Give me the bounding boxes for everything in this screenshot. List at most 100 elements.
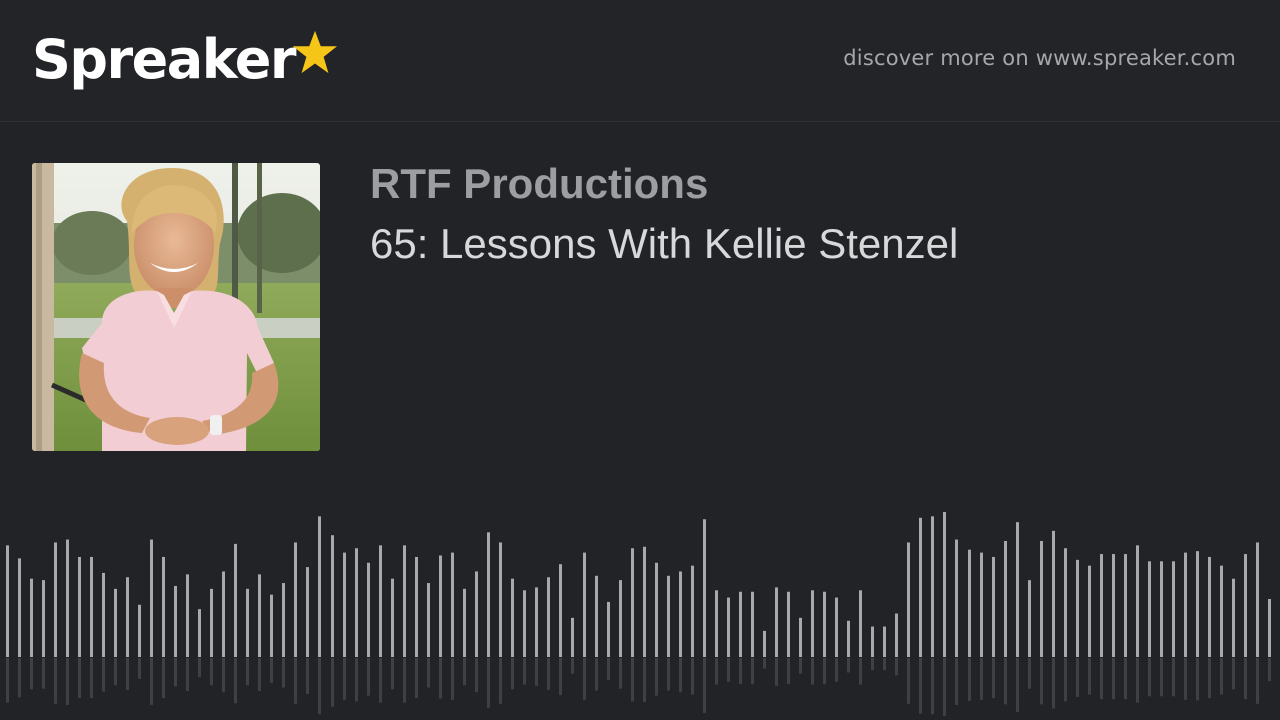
waveform-bar-reflection	[835, 658, 838, 682]
waveform-bar-reflection	[968, 658, 971, 701]
waveform-bar	[559, 564, 562, 657]
waveform-bar-reflection	[1244, 658, 1247, 700]
waveform-bar-reflection	[391, 658, 394, 690]
waveform-bar	[739, 591, 742, 657]
waveform-bar	[415, 556, 418, 657]
episode-cover-image	[32, 163, 320, 451]
waveform-bar-reflection	[222, 658, 225, 693]
waveform-bar-reflection	[162, 658, 165, 699]
waveform-bar-reflection	[907, 658, 910, 704]
waveform-bar	[1124, 554, 1127, 657]
waveform-bar-reflection	[439, 658, 442, 699]
waveform-bar-reflection	[415, 658, 418, 699]
waveform-bar	[1256, 542, 1259, 657]
waveform-bar	[222, 571, 225, 657]
waveform-bar-reflection	[102, 658, 105, 692]
waveform-bar-reflection	[691, 658, 694, 695]
waveform-bar-reflection	[1100, 658, 1103, 700]
waveform-bar-reflection	[78, 658, 81, 699]
waveform-bar-reflection	[992, 658, 995, 699]
waveform-bar	[811, 590, 814, 657]
waveform-bar	[343, 552, 346, 657]
waveform-bar-reflection	[751, 658, 754, 685]
waveform-bar-reflection	[1112, 658, 1115, 700]
logo-text: Spreaker	[32, 28, 296, 91]
waveform-bar	[306, 567, 309, 657]
waveform-bar	[835, 597, 838, 657]
waveform-bar-reflection	[1136, 658, 1139, 703]
waveform-bar-reflection	[367, 658, 370, 696]
show-name[interactable]: RTF Productions	[370, 158, 708, 210]
waveform-bar	[6, 545, 9, 657]
waveform-bar-reflection	[451, 658, 454, 700]
waveform-bar	[1016, 522, 1019, 657]
waveform-bar	[1052, 530, 1055, 657]
waveform-bar-reflection	[258, 658, 261, 692]
waveform-bar	[1244, 554, 1247, 657]
waveform-bar-reflection	[511, 658, 514, 690]
waveform-bar	[150, 539, 153, 657]
waveform-bar	[679, 571, 682, 657]
waveform-bar-reflection	[943, 658, 946, 716]
waveform-bar-reflection	[1232, 658, 1235, 690]
waveform-bar	[547, 577, 550, 657]
waveform-bar	[1184, 552, 1187, 657]
waveform-bar	[114, 588, 117, 657]
waveform-bar	[1148, 561, 1151, 657]
waveform-bar	[883, 626, 886, 657]
waveform-bar-reflection	[90, 658, 93, 699]
waveform-bar-reflection	[715, 658, 718, 685]
waveform-bar-reflection	[980, 658, 983, 700]
waveform-bar	[799, 617, 802, 657]
waveform-bar	[355, 548, 358, 657]
waveform-bar-reflection	[547, 658, 550, 690]
waveform-bar-reflection	[379, 658, 382, 703]
waveform-bar	[1232, 578, 1235, 657]
waveform-bar-reflection	[919, 658, 922, 714]
waveform-bar	[631, 548, 634, 657]
waveform-bar-reflection	[475, 658, 478, 693]
waveform-bar-reflection	[306, 658, 309, 694]
waveform-bar	[775, 587, 778, 657]
waveform-bar	[1004, 541, 1007, 657]
waveform-bar-reflection	[559, 658, 562, 696]
waveform-bar-reflection	[787, 658, 790, 685]
waveform-bar-reflection	[318, 658, 321, 715]
waveform-bar	[1196, 551, 1199, 657]
waveform-bar	[30, 578, 33, 657]
waveform-bar	[607, 601, 610, 657]
waveform-bar	[955, 539, 958, 657]
waveform-bar	[379, 545, 382, 657]
waveform-bar	[859, 590, 862, 657]
waveform-bar	[968, 549, 971, 657]
waveform-bar	[1064, 548, 1067, 657]
waveform-bar-reflection	[30, 658, 33, 690]
waveform-bar-reflection	[811, 658, 814, 685]
waveform-bar-reflection	[54, 658, 57, 704]
waveform-bar	[919, 517, 922, 657]
waveform-bar	[907, 542, 910, 657]
waveform-bar	[162, 556, 165, 657]
waveform-bar-reflection	[463, 658, 466, 686]
episode-title: 65: Lessons With Kellie Stenzel	[370, 220, 959, 267]
waveform-bar-reflection	[727, 658, 730, 682]
waveform-bar	[258, 574, 261, 657]
waveform-bar-reflection	[331, 658, 334, 707]
waveform-bar	[294, 542, 297, 657]
waveform-bar	[1160, 561, 1163, 657]
waveform-bar	[102, 572, 105, 657]
waveform-bar-reflection	[895, 658, 898, 676]
waveform-bar	[1220, 565, 1223, 657]
waveform-bar-reflection	[667, 658, 670, 691]
waveform-bar-reflection	[234, 658, 237, 704]
audio-waveform[interactable]	[0, 500, 1280, 720]
waveform-bar	[763, 630, 766, 657]
waveform-bar-reflection	[210, 658, 213, 686]
spreaker-logo[interactable]: Spreaker	[32, 22, 339, 98]
waveform-bar	[282, 583, 285, 657]
discover-more-link[interactable]: discover more on www.spreaker.com	[843, 46, 1236, 70]
waveform-bar-reflection	[1268, 658, 1271, 682]
waveform-bar	[1172, 561, 1175, 657]
waveform-bar-reflection	[138, 658, 141, 679]
waveform-bar-reflection	[679, 658, 682, 693]
